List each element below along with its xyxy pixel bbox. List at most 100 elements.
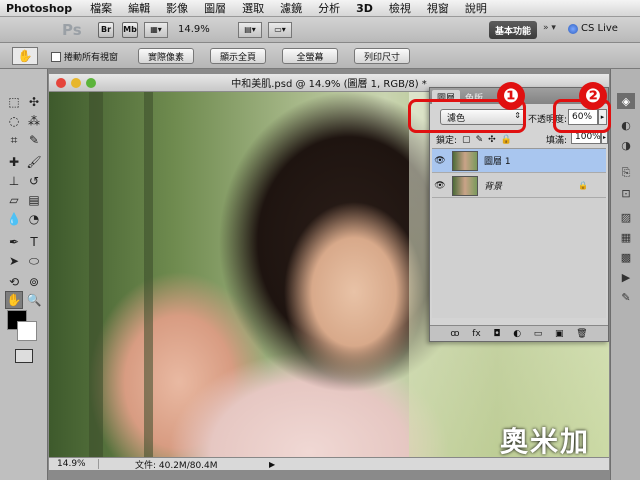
actions-panel-icon[interactable]: ▶ [617,269,635,285]
adjustments-panel-icon[interactable]: ◐ [617,117,635,133]
navigator-panel-icon[interactable]: ⊡ [617,185,635,201]
menu-file[interactable]: 檔案 [82,0,120,16]
background-color-swatch[interactable] [17,321,37,341]
quick-select-tool-icon[interactable]: ⁂ [25,112,43,130]
dodge-tool-icon[interactable]: ◔ [25,210,43,228]
eye-icon[interactable]: 👁 [432,181,448,191]
layer-name: 背景 [484,182,503,192]
callout-1: ❶ [497,82,525,110]
cs-live-label: CS Live [581,23,618,34]
actual-pixels-button[interactable]: 實際像素 [138,48,194,64]
fill-label: 填滿: [546,136,568,146]
delete-layer-icon[interactable]: 🗑 [576,329,587,339]
3d-orbit-tool-icon[interactable]: ⊚ [25,273,43,291]
new-group-icon[interactable]: ▭ [534,329,543,339]
status-zoom[interactable]: 14.9% [49,459,99,469]
hand-tool-preset-icon[interactable]: ✋ [12,47,38,65]
cs-live-button[interactable]: CS Live [568,23,618,34]
menu-view[interactable]: 檢視 [381,0,419,16]
screen-mode-button[interactable]: ▭▾ [268,21,292,38]
zoom-level-select[interactable]: 14.9% [178,24,232,35]
styles-panel-icon[interactable]: ▩ [617,249,635,265]
layer-row[interactable]: 👁 背景 🔒 [432,174,606,198]
callout-2: ❷ [579,82,607,110]
minibridge-button[interactable]: Mb [122,21,138,38]
close-window-button[interactable] [56,78,66,88]
view-extras-button[interactable]: ▦▾ [144,21,168,38]
eraser-tool-icon[interactable]: ▱ [5,191,23,209]
menu-3d[interactable]: 3D [348,2,381,15]
ps-logo: Ps [62,20,82,39]
brush-tool-icon[interactable]: 🖌 [25,153,43,171]
menu-edit[interactable]: 編輯 [120,0,158,16]
fit-screen-button[interactable]: 顯示全頁 [210,48,266,64]
healing-brush-tool-icon[interactable]: ✚ [5,153,23,171]
scroll-all-label: 捲動所有視窗 [64,53,119,63]
add-mask-icon[interactable]: ◘ [493,329,500,339]
lasso-tool-icon[interactable]: ◌ [5,112,23,130]
menubar: Photoshop 檔案 編輯 影像 圖層 選取 濾鏡 分析 3D 檢視 視窗 … [0,0,640,17]
3d-rotate-tool-icon[interactable]: ⟲ [5,273,23,291]
print-size-button[interactable]: 列印尺寸 [354,48,410,64]
layer-row[interactable]: 👁 圖層 1 [432,149,606,173]
adjustment-layer-icon[interactable]: ◐ [513,329,521,339]
layers-panel-icon[interactable]: ◈ [617,93,635,109]
tools-panel: ⬚ ✣ ◌ ⁂ ⌗ ✎ ✚ 🖌 ⊥ ↺ ▱ ▤ 💧 ◔ ✒ T ➤ ⬭ ⟲ ⊚ … [0,69,48,480]
menu-filter[interactable]: 濾鏡 [272,0,310,16]
layer-thumbnail [452,175,478,196]
document-title: 中和美肌.psd @ 14.9% (圖層 1, RGB/8) * [231,79,427,90]
color-panel-icon[interactable]: ▨ [617,209,635,225]
zoom-tool-icon[interactable]: 🔍 [25,291,43,309]
lock-transparent-icon[interactable]: ▢ [462,135,471,145]
layer-name: 圖層 1 [484,157,511,167]
gradient-tool-icon[interactable]: ▤ [25,191,43,209]
layer-style-icon[interactable]: fx [472,329,481,339]
fill-screen-button[interactable]: 全螢幕 [282,48,338,64]
eyedropper-tool-icon[interactable]: ✎ [25,131,43,149]
masks-panel-icon[interactable]: ◑ [617,137,635,153]
swatches-panel-icon[interactable]: ▦ [617,229,635,245]
scroll-all-windows-option[interactable]: 捲動所有視窗 [51,50,118,63]
link-layers-icon[interactable]: ꝏ [450,329,459,339]
status-menu-arrow-icon[interactable]: ▶ [269,460,275,469]
history-panel-icon[interactable]: ⎘ [617,165,635,181]
workspace-essentials-button[interactable]: 基本功能 [489,21,537,39]
new-layer-icon[interactable]: ▣ [555,329,564,339]
lock-label: 鎖定: [436,136,458,146]
lock-all-icon[interactable]: 🔒 [501,135,512,145]
shape-tool-icon[interactable]: ⬭ [25,252,43,270]
path-select-tool-icon[interactable]: ➤ [5,252,23,270]
zoom-window-button[interactable] [86,78,96,88]
clone-stamp-tool-icon[interactable]: ⊥ [5,172,23,190]
scroll-all-checkbox[interactable] [51,51,61,62]
paths-panel-icon[interactable]: ✎ [617,289,635,305]
lock-image-icon[interactable]: ✎ [476,135,484,145]
marquee-tool-icon[interactable]: ⬚ [5,93,23,111]
crop-tool-icon[interactable]: ⌗ [5,131,23,149]
bridge-button[interactable]: Br [98,21,114,38]
workspace-more-arrows[interactable]: » ▾ [543,23,556,33]
history-brush-tool-icon[interactable]: ↺ [25,172,43,190]
layers-list: 👁 圖層 1 👁 背景 🔒 [432,148,606,318]
layer-thumbnail [452,150,478,171]
menu-layer[interactable]: 圖層 [196,0,234,16]
menu-analysis[interactable]: 分析 [310,0,348,16]
panel-footer: ꝏ fx ◘ ◐ ▭ ▣ 🗑 [430,325,608,341]
move-tool-icon[interactable]: ✣ [25,93,43,111]
menu-window[interactable]: 視窗 [419,0,457,16]
quick-mask-icon[interactable] [15,349,33,363]
eye-icon[interactable]: 👁 [432,156,448,166]
lock-icon: 🔒 [578,181,588,190]
pen-tool-icon[interactable]: ✒ [5,233,23,251]
blur-tool-icon[interactable]: 💧 [5,210,23,228]
menu-app-name[interactable]: Photoshop [0,2,82,15]
menu-select[interactable]: 選取 [234,0,272,16]
menu-help[interactable]: 說明 [457,0,495,16]
type-tool-icon[interactable]: T [25,233,43,251]
minimize-window-button[interactable] [71,78,81,88]
watermark: 奧米加 [500,425,591,458]
hand-tool-icon[interactable]: ✋ [5,291,23,309]
menu-image[interactable]: 影像 [158,0,196,16]
arrange-documents-button[interactable]: ▤▾ [238,21,262,38]
lock-position-icon[interactable]: ✣ [488,135,496,145]
